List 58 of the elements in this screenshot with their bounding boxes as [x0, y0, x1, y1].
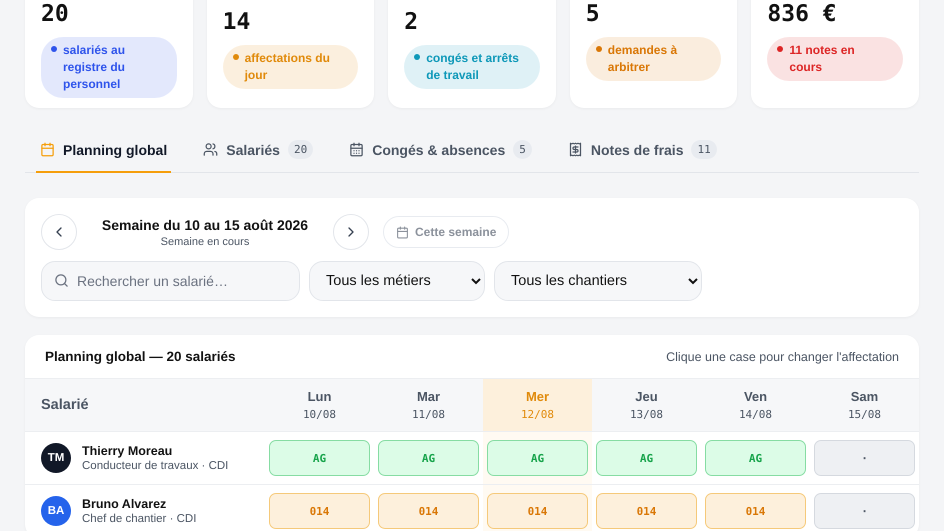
tab[interactable]: Notes de frais 11 [564, 132, 721, 173]
previous-week-button[interactable] [41, 214, 77, 250]
day-header: Jeu 13/08 [592, 379, 701, 432]
employee-name: Bruno Alvarez [82, 497, 168, 511]
employee-role: Chef de chantier · CDI [82, 513, 196, 525]
calendar-icon [396, 226, 409, 238]
users-icon [203, 142, 218, 157]
assignment-cell[interactable]: 014 [487, 493, 588, 529]
assignment-cell[interactable]: AG [269, 440, 370, 476]
receipt-icon [568, 142, 583, 157]
planning-title: Planning global — 20 salariés [45, 349, 236, 364]
day-header: Mar 11/08 [374, 379, 483, 432]
assignment-cell[interactable]: AG [378, 440, 479, 476]
this-week-button[interactable]: Cette semaine [383, 216, 510, 248]
assignment-cell[interactable]: AG [705, 440, 806, 476]
assignment-cell[interactable]: · [814, 493, 915, 529]
count-badge: 20 [288, 140, 314, 159]
assignment-cell[interactable]: 014 [378, 493, 479, 529]
count-badge: 11 [691, 140, 717, 159]
week-title: Semaine du 10 au 15 août 2026 [102, 216, 308, 232]
employee-name: Thierry Moreau [82, 444, 174, 458]
avatar: TM [41, 443, 71, 473]
stat-badge: affectations du jour [222, 45, 358, 89]
planning-hint: Clique une case pour changer l'affectation [666, 350, 899, 364]
stat-value: 20 [41, 1, 69, 27]
tab[interactable]: Salariés 20 [199, 132, 318, 173]
avatar: BA [41, 496, 71, 526]
next-week-button[interactable] [333, 214, 369, 250]
stat-badge: salariés au registre du personnel [41, 37, 177, 98]
filter-dropdown[interactable]: Tous les métiers [309, 261, 485, 301]
assignment-cell[interactable]: 014 [596, 493, 697, 529]
count-badge: 5 [513, 140, 532, 159]
employee-role: Conducteur de travaux · CDI [82, 460, 228, 472]
calendar-icon [40, 142, 55, 157]
search-field[interactable]: Rechercher un salarié… [41, 261, 300, 301]
stat-badge: demandes à arbitrer [586, 37, 722, 81]
day-header: Mer 12/08 [483, 379, 592, 432]
day-header: Sam 15/08 [810, 379, 919, 432]
tab[interactable]: Planning global [36, 132, 172, 173]
stat-value: 5 [586, 1, 600, 27]
stat-value: 836 € [767, 1, 837, 27]
tab[interactable]: Congés & absences 5 [345, 132, 536, 173]
assignment-cell[interactable]: AG [596, 440, 697, 476]
stat-badge: congés et arrêts de travail [404, 45, 540, 89]
calendar-icon [349, 142, 364, 157]
stat-value: 14 [222, 9, 250, 35]
assignment-cell[interactable]: 014 [705, 493, 806, 529]
assignment-cell[interactable]: · [814, 440, 915, 476]
week-subtitle: Semaine en cours [160, 236, 250, 248]
stat-value: 2 [404, 9, 418, 35]
assignment-cell[interactable]: 014 [269, 493, 370, 529]
day-header: Lun 10/08 [265, 379, 374, 432]
assignment-cell[interactable]: AG [487, 440, 588, 476]
search-icon [54, 273, 69, 288]
stat-badge: 11 notes en cours [767, 37, 903, 81]
filter-dropdown[interactable]: Tous les chantiers [494, 261, 702, 301]
day-header: Ven 14/08 [701, 379, 810, 432]
column-header: Salarié [25, 379, 265, 432]
